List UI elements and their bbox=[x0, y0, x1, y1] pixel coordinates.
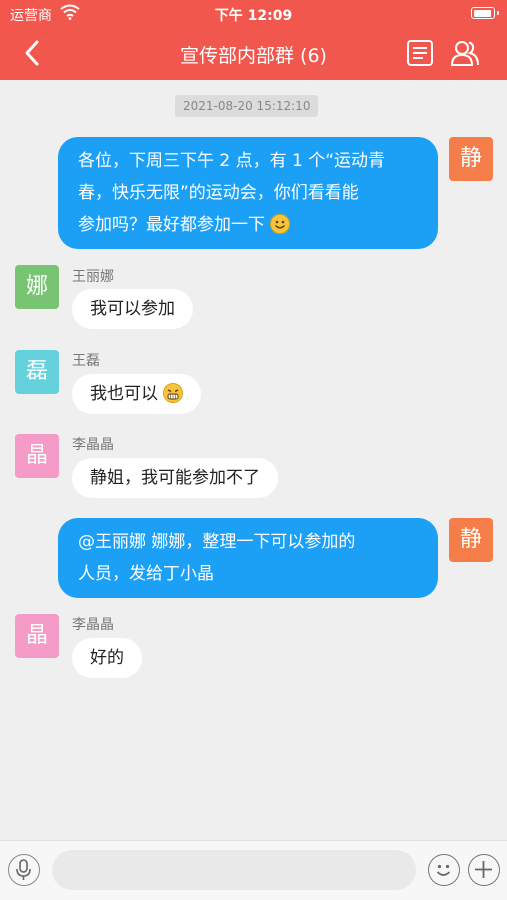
battery-icon bbox=[471, 7, 499, 19]
avatar[interactable]: 晶 bbox=[15, 614, 59, 658]
navigation-bar: 宣传部内部群 (6) bbox=[0, 28, 507, 80]
sender-name: 李晶晶 bbox=[72, 437, 114, 453]
message-line-with-emoji: 参加吗？最好都参加一下 bbox=[78, 209, 418, 241]
avatar[interactable]: 静 bbox=[449, 137, 493, 181]
plus-icon[interactable] bbox=[468, 854, 500, 886]
emoji-icon[interactable] bbox=[428, 854, 460, 886]
message-line: 人员，发给丁小晶 bbox=[78, 564, 214, 584]
page-title: 宣传部内部群 (6) bbox=[180, 45, 327, 67]
message-bubble-outgoing[interactable]: 各位，下周三下午 2 点，有 1 个“运动青 春，快乐无限”的运动会，你们看看能… bbox=[58, 137, 438, 249]
message-timestamp: 2021-08-20 15:12:10 bbox=[175, 95, 319, 117]
message-bubble-incoming[interactable]: 好的 bbox=[72, 638, 142, 678]
sender-name: 王丽娜 bbox=[72, 269, 114, 285]
chat-area[interactable]: 2021-08-20 15:12:10 各位，下周三下午 2 点，有 1 个“运… bbox=[0, 80, 507, 840]
avatar[interactable]: 娜 bbox=[15, 265, 59, 309]
avatar[interactable]: 磊 bbox=[15, 350, 59, 394]
status-time: 下午 12:09 bbox=[214, 8, 293, 24]
message-bubble-outgoing[interactable]: @王丽娜 娜娜，整理一下可以参加的 人员，发给丁小晶 bbox=[58, 518, 438, 598]
sender-name: 李晶晶 bbox=[72, 617, 114, 633]
message-line: @王丽娜 娜娜，整理一下可以参加的 bbox=[78, 532, 356, 552]
message-bubble-incoming[interactable]: 静姐，我可能参加不了 bbox=[72, 458, 278, 498]
message-text: 我也可以 bbox=[90, 384, 158, 404]
message-input[interactable] bbox=[52, 850, 416, 890]
status-bar: 运营商 下午 12:09 bbox=[0, 0, 507, 28]
grin-emoji bbox=[163, 383, 184, 403]
avatar[interactable]: 静 bbox=[449, 518, 493, 562]
message-bubble-incoming[interactable]: 我可以参加 bbox=[72, 289, 193, 329]
group-members-icon[interactable] bbox=[450, 38, 480, 68]
sender-name: 王磊 bbox=[72, 353, 100, 369]
input-bar bbox=[0, 840, 507, 900]
notes-icon[interactable] bbox=[405, 38, 435, 68]
message-line: 各位，下周三下午 2 点，有 1 个“运动青 bbox=[78, 151, 386, 171]
message-line: 春，快乐无限”的运动会，你们看看能 bbox=[78, 183, 359, 203]
microphone-icon[interactable] bbox=[8, 854, 40, 886]
smile-emoji bbox=[270, 214, 291, 234]
message-bubble-incoming[interactable]: 我也可以 bbox=[72, 374, 202, 414]
back-icon[interactable] bbox=[18, 38, 48, 68]
avatar[interactable]: 晶 bbox=[15, 434, 59, 478]
